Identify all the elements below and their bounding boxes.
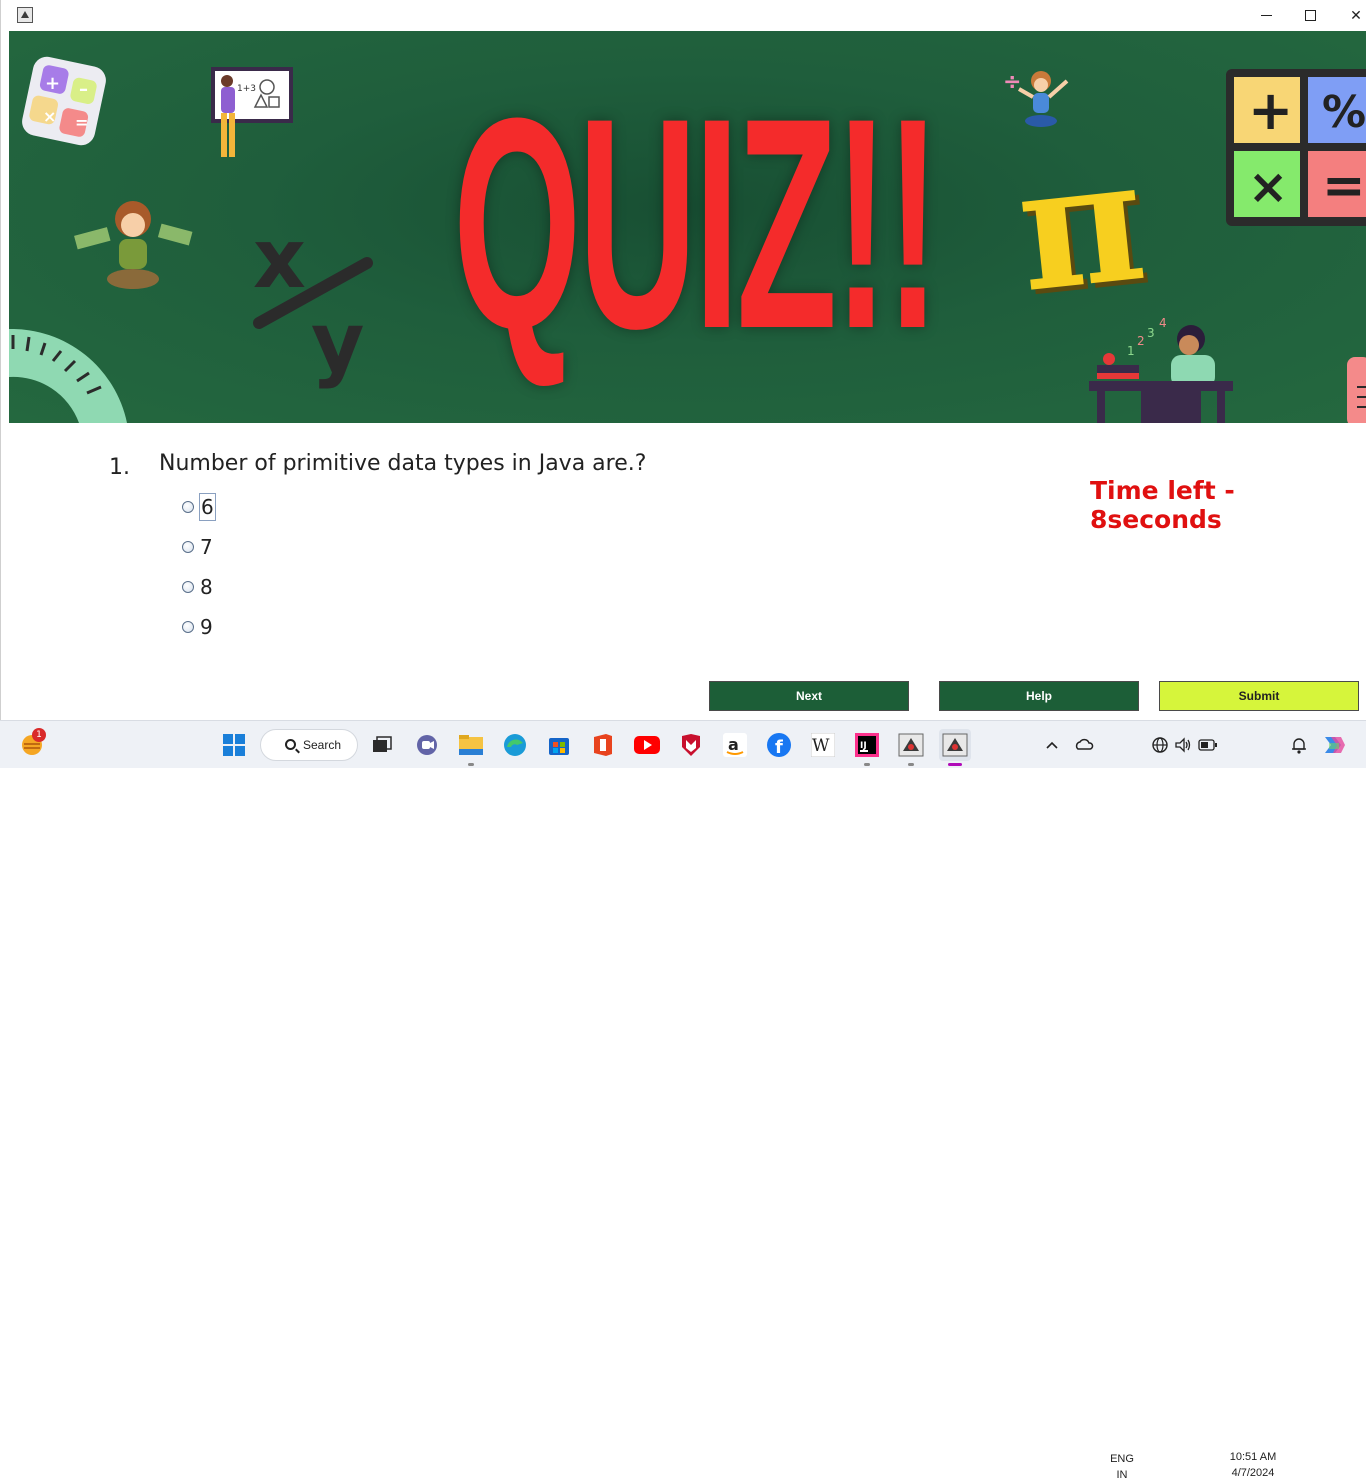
teacher-whiteboard-icon: 1+3 (211, 67, 293, 157)
svg-text:–: – (79, 79, 88, 100)
option-2[interactable]: 7 (182, 534, 214, 560)
onedrive-sync-icon[interactable] (1068, 729, 1100, 761)
quiz-title: QUIZ!! (453, 55, 941, 391)
quiz-window: ✕ + – × = 1+3 x y QUIZ!! ÷ π + % × = 1 2… (0, 0, 1366, 720)
svg-text:+: + (1248, 79, 1293, 142)
svg-text:f: f (775, 737, 783, 758)
chevron-up-icon[interactable] (1036, 729, 1068, 761)
running-indicator (908, 763, 914, 766)
close-icon: ✕ (1350, 7, 1362, 24)
search-label: Search (303, 738, 342, 752)
submit-button[interactable]: Submit (1159, 681, 1359, 711)
svg-text:x: x (253, 221, 306, 307)
taskbar: Search a f W IJ ENG IN 10:51 AM 4/7/2024 (0, 720, 1366, 1481)
store-icon[interactable] (543, 729, 575, 761)
option-4[interactable]: 9 (182, 614, 214, 640)
question-text: Number of primitive data types in Java a… (159, 451, 647, 476)
clock-date: 4/7/2024 (1231, 1467, 1275, 1479)
teams-chat-icon[interactable] (411, 729, 443, 761)
student-studying-icon: 1 2 3 4 (1089, 316, 1233, 423)
svg-text:÷: ÷ (1003, 70, 1021, 95)
language-indicator[interactable]: ENG IN (1106, 1451, 1138, 1483)
maximize-button[interactable] (1287, 0, 1333, 31)
running-indicator (468, 763, 474, 766)
search-icon (285, 739, 296, 750)
language-label: ENG (1110, 1453, 1134, 1465)
pi-symbol: π (1008, 119, 1154, 331)
math-operators-board-icon: + % × = (1226, 69, 1366, 226)
title-bar[interactable]: ✕ (1, 0, 1366, 31)
quiz-banner: + – × = 1+3 x y QUIZ!! ÷ π + % × = 1 2 3… (9, 31, 1366, 423)
java-app-icon (17, 7, 33, 23)
x-over-y-symbol: x y (253, 221, 373, 389)
svg-text:3: 3 (1147, 326, 1155, 340)
weather-badge: 1 (32, 728, 46, 742)
option-label[interactable]: 9 (199, 614, 214, 640)
svg-text:×: × (1248, 159, 1288, 215)
radio-button[interactable] (182, 541, 194, 553)
option-1[interactable]: 6 (182, 493, 216, 521)
svg-text:1+3: 1+3 (237, 84, 256, 94)
copilot-icon[interactable] (1318, 729, 1350, 761)
windows-start-icon[interactable] (218, 729, 250, 761)
facebook-icon[interactable]: f (763, 729, 795, 761)
java-app-icon[interactable] (895, 729, 927, 766)
running-indicator (864, 763, 870, 766)
clock[interactable]: 10:51 AM 4/7/2024 (1222, 1449, 1284, 1481)
svg-text:+: + (45, 73, 60, 94)
radio-button[interactable] (182, 621, 194, 633)
svg-text:W: W (812, 736, 830, 756)
time-left-label: Time left - 8seconds (1090, 476, 1235, 534)
girl-with-plus-icon: ÷ (1003, 70, 1069, 127)
svg-text:y: y (311, 296, 364, 389)
notification-bell-icon[interactable] (1283, 729, 1315, 761)
svg-text:×: × (43, 107, 56, 126)
option-label[interactable]: 6 (199, 493, 216, 521)
svg-text:%: % (1322, 87, 1366, 138)
clock-time: 10:51 AM (1229, 1451, 1277, 1463)
wikipedia-icon[interactable]: W (807, 729, 839, 761)
region-label: IN (1116, 1469, 1128, 1481)
amazon-icon[interactable]: a (719, 729, 751, 761)
ruler-icon (1347, 357, 1366, 423)
minimize-button[interactable] (1243, 0, 1289, 31)
office-icon[interactable] (587, 729, 619, 761)
java-app-active-icon[interactable] (939, 729, 971, 766)
option-label[interactable]: 7 (199, 534, 214, 560)
running-indicator (948, 763, 962, 766)
svg-text:2: 2 (1137, 334, 1145, 348)
taskbar-search[interactable]: Search (260, 729, 358, 761)
file-explorer-icon[interactable] (455, 729, 487, 766)
calculator-tile-icon: + – × = (22, 56, 106, 146)
svg-text:=: = (1322, 156, 1366, 216)
svg-text:1: 1 (1127, 344, 1135, 358)
radio-button[interactable] (182, 581, 194, 593)
minimize-icon (1260, 15, 1272, 16)
help-button[interactable]: Help (939, 681, 1139, 711)
svg-text:IJ: IJ (860, 741, 867, 751)
youtube-icon[interactable] (631, 729, 663, 761)
radio-button[interactable] (182, 501, 194, 513)
intellij-icon[interactable]: IJ (851, 729, 883, 766)
svg-text:=: = (75, 113, 88, 132)
mcafee-icon[interactable] (675, 729, 707, 761)
close-button[interactable]: ✕ (1333, 0, 1366, 31)
kid-with-cash-icon (74, 201, 193, 289)
question-number: 1. (109, 455, 130, 480)
next-button[interactable]: Next (709, 681, 909, 711)
task-view-icon[interactable] (366, 729, 398, 761)
option-label[interactable]: 8 (199, 574, 214, 600)
option-3[interactable]: 8 (182, 574, 214, 600)
svg-text:a: a (728, 735, 739, 754)
svg-text:4: 4 (1159, 316, 1167, 330)
maximize-icon (1304, 10, 1316, 21)
edge-icon[interactable] (499, 729, 531, 761)
protractor-icon (9, 329, 127, 423)
battery-icon[interactable] (1192, 729, 1224, 761)
